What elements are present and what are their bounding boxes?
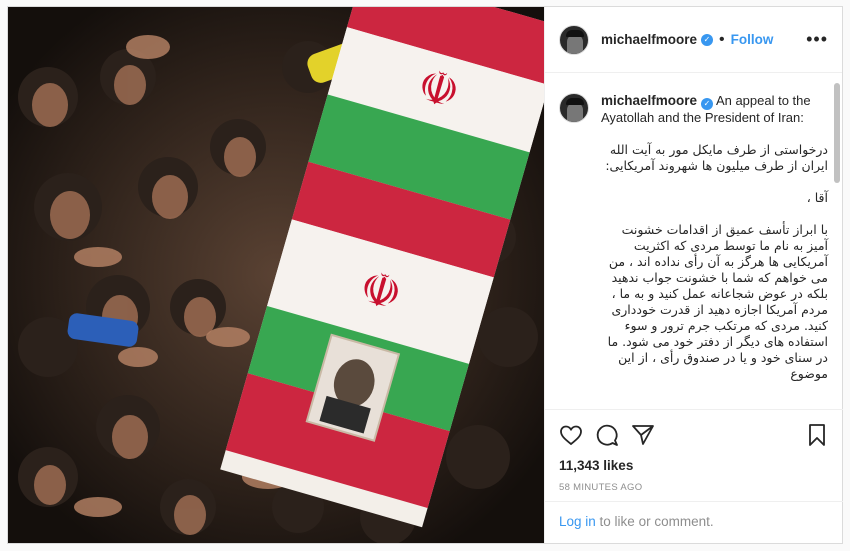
caption-username-link[interactable]: michaelfmoore [601, 93, 697, 108]
login-link[interactable]: Log in [559, 514, 596, 529]
share-icon[interactable] [631, 423, 655, 447]
login-prompt: Log in to like or comment. [545, 501, 843, 543]
likes-count[interactable]: 11,343 likes [559, 458, 829, 473]
separator-dot: • [719, 30, 725, 48]
caption-persian-body: با ابراز تأسف عمیق از اقدامات خشونت آمیز… [607, 222, 828, 381]
username-link[interactable]: michaelfmoore [601, 32, 697, 47]
caption-row: michaelfmoore ✓ An appeal to the Ayatolla… [559, 93, 828, 382]
caption-persian-intro: درخواستی از طرف مایکل مور به آیت الله ای… [605, 142, 828, 173]
post-actions: 11,343 likes 58 MINUTES AGO [545, 409, 843, 493]
heart-icon[interactable] [559, 423, 583, 447]
instagram-post: ☫ ☫ michaelfmoore ✓ • Follow ••• michael… [7, 6, 843, 544]
verified-badge-icon: ✓ [701, 33, 714, 46]
avatar[interactable] [559, 24, 589, 55]
caption-verified-badge-icon: ✓ [701, 98, 714, 110]
action-icons [559, 422, 829, 448]
more-options-icon[interactable]: ••• [806, 29, 828, 50]
follow-button[interactable]: Follow [731, 32, 774, 47]
caption-scrollbar[interactable] [834, 83, 840, 183]
caption-body: michaelfmoore ✓ An appeal to the Ayatolla… [601, 93, 828, 382]
post-timestamp[interactable]: 58 MINUTES AGO [559, 482, 829, 493]
comment-icon[interactable] [595, 423, 619, 447]
bookmark-icon[interactable] [805, 423, 829, 447]
login-prompt-text: to like or comment. [595, 514, 714, 529]
post-photo[interactable]: ☫ ☫ [8, 7, 544, 543]
caption-avatar[interactable] [559, 93, 589, 123]
funeral-crowd-image: ☫ ☫ [8, 7, 544, 543]
post-sidebar: michaelfmoore ✓ • Follow ••• michaelfmoo… [544, 7, 843, 543]
caption-area[interactable]: michaelfmoore ✓ An appeal to the Ayatolla… [545, 73, 842, 409]
post-header: michaelfmoore ✓ • Follow ••• [545, 7, 842, 73]
caption-persian-salutation: آقا ، [806, 190, 828, 205]
